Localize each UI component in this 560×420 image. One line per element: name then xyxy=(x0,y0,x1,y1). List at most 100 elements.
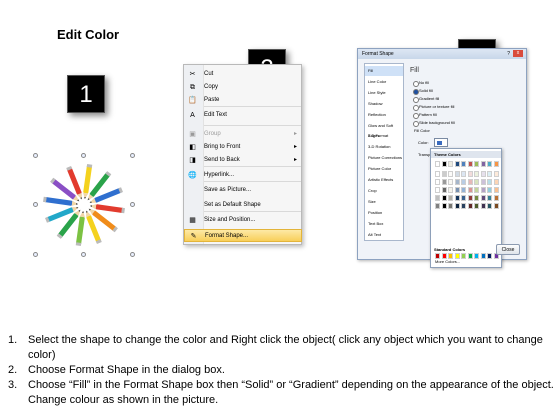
theme-color-swatch[interactable] xyxy=(441,195,447,201)
theme-color-swatch[interactable] xyxy=(454,171,460,177)
theme-color-swatch[interactable] xyxy=(467,171,473,177)
standard-color-swatch[interactable] xyxy=(474,253,479,259)
theme-color-swatch[interactable] xyxy=(435,187,440,193)
theme-color-swatch[interactable] xyxy=(441,187,447,193)
theme-color-swatch[interactable] xyxy=(448,187,453,193)
fill-option-radio[interactable]: No fill xyxy=(413,80,429,87)
dialog-nav-item[interactable]: 3-D Format xyxy=(365,131,403,141)
dialog-nav-item[interactable]: Position xyxy=(365,208,403,218)
resize-handle-tr[interactable] xyxy=(130,153,135,158)
resize-handle-br[interactable] xyxy=(130,252,135,257)
theme-color-swatch[interactable] xyxy=(441,179,447,185)
resize-handle-t[interactable] xyxy=(81,153,86,158)
dialog-nav-item[interactable]: Size xyxy=(365,197,403,207)
close-icon[interactable]: x xyxy=(513,50,523,57)
theme-color-swatch[interactable] xyxy=(435,195,440,201)
theme-color-swatch[interactable] xyxy=(480,161,486,167)
dialog-nav-item[interactable]: Alt Text xyxy=(365,230,403,240)
context-menu-item[interactable]: Save as Picture... xyxy=(184,184,302,197)
theme-color-swatch[interactable] xyxy=(441,203,447,209)
dialog-nav-item[interactable]: Glow and Soft Edges xyxy=(365,121,403,138)
dialog-nav-item[interactable]: Line Color xyxy=(365,77,403,87)
theme-color-swatch[interactable] xyxy=(435,171,440,177)
standard-color-swatch[interactable] xyxy=(467,253,473,259)
fill-option-radio[interactable]: Slide background fill xyxy=(413,120,455,127)
theme-color-swatch[interactable] xyxy=(474,203,479,209)
standard-color-swatch[interactable] xyxy=(487,253,492,259)
dialog-nav-item[interactable]: Artistic Effects xyxy=(365,175,403,185)
standard-color-swatch[interactable] xyxy=(448,253,453,259)
theme-color-swatch[interactable] xyxy=(493,187,499,193)
theme-color-swatch[interactable] xyxy=(493,179,499,185)
theme-color-swatch[interactable] xyxy=(467,203,473,209)
standard-color-swatch[interactable] xyxy=(441,253,447,259)
theme-color-swatch[interactable] xyxy=(454,195,460,201)
context-menu-item[interactable]: ✂ Cut xyxy=(184,68,302,81)
theme-color-swatch[interactable] xyxy=(467,195,473,201)
theme-color-swatch[interactable] xyxy=(493,195,499,201)
theme-color-swatch[interactable] xyxy=(493,203,499,209)
theme-color-swatch[interactable] xyxy=(454,161,460,167)
theme-color-swatch[interactable] xyxy=(461,203,466,209)
dialog-nav-item[interactable]: Text Box xyxy=(365,219,403,229)
theme-color-swatch[interactable] xyxy=(467,161,473,167)
resize-handle-b[interactable] xyxy=(81,252,86,257)
color-picker-button[interactable] xyxy=(434,138,448,147)
fill-option-radio[interactable]: Solid fill xyxy=(413,88,433,95)
context-menu-item[interactable]: ▦ Size and Position... xyxy=(184,214,302,227)
fill-option-radio[interactable]: Pattern fill xyxy=(413,112,437,119)
theme-color-swatch[interactable] xyxy=(487,171,492,177)
theme-color-swatch[interactable] xyxy=(467,179,473,185)
dialog-nav-item[interactable]: Picture Corrections xyxy=(365,153,403,163)
theme-color-swatch[interactable] xyxy=(487,187,492,193)
theme-color-swatch[interactable] xyxy=(480,203,486,209)
theme-color-swatch[interactable] xyxy=(480,171,486,177)
theme-color-swatch[interactable] xyxy=(487,179,492,185)
dialog-nav-item[interactable]: Picture Color xyxy=(365,164,403,174)
theme-color-swatch[interactable] xyxy=(441,171,447,177)
theme-color-swatch[interactable] xyxy=(474,187,479,193)
theme-color-swatch[interactable] xyxy=(435,161,440,167)
theme-color-swatch[interactable] xyxy=(435,203,440,209)
theme-color-swatch[interactable] xyxy=(487,161,492,167)
theme-color-swatch[interactable] xyxy=(474,171,479,177)
theme-color-swatch[interactable] xyxy=(487,195,492,201)
theme-color-swatch[interactable] xyxy=(454,203,460,209)
theme-color-swatch[interactable] xyxy=(435,179,440,185)
theme-color-swatch[interactable] xyxy=(448,179,453,185)
theme-color-swatch[interactable] xyxy=(474,161,479,167)
resize-handle-tl[interactable] xyxy=(33,153,38,158)
theme-color-swatch[interactable] xyxy=(480,179,486,185)
context-menu-item[interactable]: ◧ Bring to Front ▸ xyxy=(184,141,302,154)
help-icon[interactable]: ? xyxy=(507,51,510,57)
resize-handle-bl[interactable] xyxy=(33,252,38,257)
more-colors-link[interactable]: More Colors... xyxy=(435,259,460,264)
dialog-nav-item[interactable]: 3-D Rotation xyxy=(365,142,403,152)
pencil-burst-graphic[interactable] xyxy=(35,155,133,255)
standard-color-swatch[interactable] xyxy=(461,253,466,259)
theme-color-swatch[interactable] xyxy=(461,187,466,193)
standard-color-swatch[interactable] xyxy=(480,253,486,259)
theme-color-swatch[interactable] xyxy=(448,203,453,209)
resize-handle-l[interactable] xyxy=(33,202,38,207)
theme-color-swatch[interactable] xyxy=(448,171,453,177)
resize-handle-r[interactable] xyxy=(130,202,135,207)
close-button[interactable]: Close xyxy=(496,244,520,255)
dialog-nav-item[interactable]: Fill xyxy=(365,66,403,76)
theme-color-swatch[interactable] xyxy=(461,195,466,201)
theme-color-swatch[interactable] xyxy=(448,161,453,167)
theme-color-swatch[interactable] xyxy=(487,203,492,209)
dialog-nav-item[interactable]: Reflection xyxy=(365,110,403,120)
standard-color-swatch[interactable] xyxy=(435,253,440,259)
selected-pencil-shape[interactable] xyxy=(33,153,135,257)
theme-color-swatch[interactable] xyxy=(480,195,486,201)
dialog-nav-item[interactable]: Line Style xyxy=(365,88,403,98)
theme-color-swatch[interactable] xyxy=(474,179,479,185)
theme-color-swatch[interactable] xyxy=(454,179,460,185)
fill-option-radio[interactable]: Gradient fill xyxy=(413,96,439,103)
theme-color-swatch[interactable] xyxy=(454,187,460,193)
dialog-nav-item[interactable]: Shadow xyxy=(365,99,403,109)
context-menu-item[interactable]: A Edit Text xyxy=(184,109,302,122)
theme-color-swatch[interactable] xyxy=(493,161,499,167)
context-menu-item[interactable]: ⧉ Copy xyxy=(184,81,302,94)
